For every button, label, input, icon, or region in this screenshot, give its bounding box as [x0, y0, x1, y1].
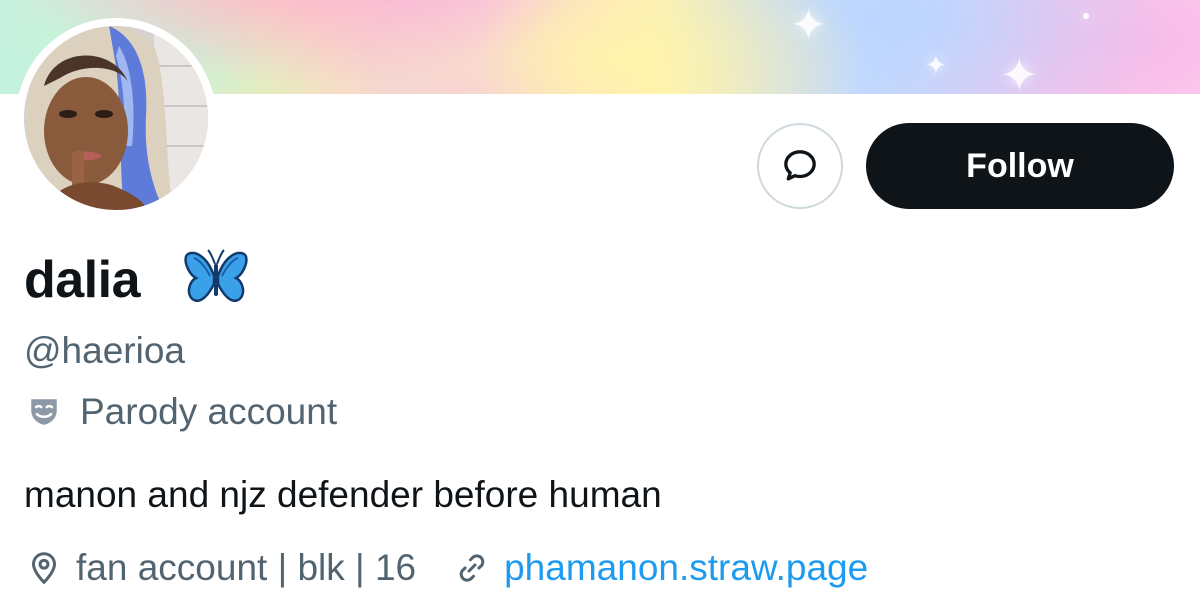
profile-bio: manon and njz defender before human: [24, 474, 662, 515]
link-icon: [452, 548, 492, 588]
sparkle-icon: ✦: [1000, 49, 1039, 94]
sparkle-icon: ●: [1082, 7, 1091, 23]
display-name: dalia: [24, 251, 141, 309]
theater-mask-icon: [24, 392, 64, 432]
website-link[interactable]: phamanon.straw.page: [504, 547, 868, 589]
parody-label-row: Parody account: [24, 388, 337, 436]
message-bubble-icon: [784, 150, 816, 181]
profile-page: ✦ ✦ ✦ ● Follow dalia @haerioa Parody acc…: [0, 0, 1200, 615]
profile-meta-row: fan account | blk | 16 phamanon.straw.pa…: [24, 544, 868, 592]
sparkle-icon: ✦: [790, 1, 827, 50]
sparkle-icon: ✦: [925, 50, 947, 80]
butterfly-icon: [184, 249, 248, 303]
avatar[interactable]: [24, 26, 208, 210]
parody-label: Parody account: [80, 391, 338, 432]
avatar-image: [24, 26, 208, 210]
follow-label: Follow: [966, 146, 1074, 185]
follow-button[interactable]: Follow: [866, 123, 1174, 209]
location-pin-icon: [24, 548, 64, 588]
message-button[interactable]: [757, 123, 843, 209]
user-handle: @haerioa: [24, 330, 185, 371]
location-text: fan account | blk | 16: [76, 547, 417, 588]
